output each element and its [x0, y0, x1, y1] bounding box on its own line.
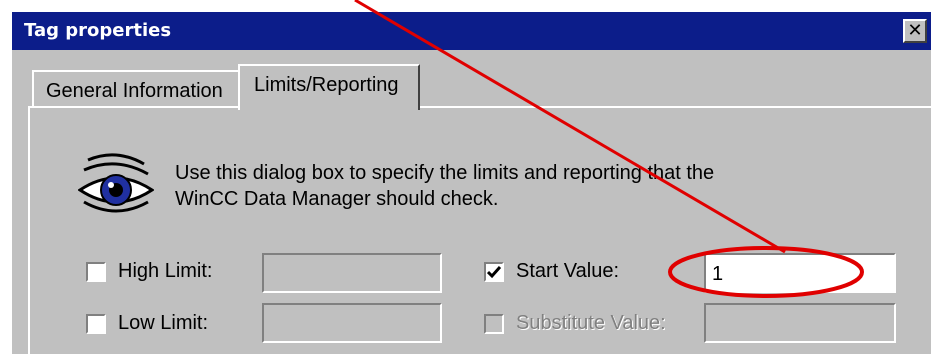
- low-limit-field[interactable]: [262, 303, 442, 343]
- high-limit-checkbox[interactable]: [86, 262, 106, 282]
- low-limit-label: Low Limit:: [118, 312, 209, 334]
- description-line-2: WinCC Data Manager should check.: [175, 188, 499, 210]
- description-line-1: Use this dialog box to specify the limit…: [175, 162, 715, 184]
- start-value-label: Start Value:: [516, 260, 620, 282]
- high-limit-label: High Limit:: [118, 260, 213, 282]
- close-icon: ✕: [907, 20, 923, 41]
- substitute-value-field[interactable]: [704, 303, 896, 343]
- substitute-value-label: Substitute Value:: [516, 312, 666, 334]
- substitute-value-checkbox[interactable]: [484, 314, 504, 334]
- tab-limits-reporting[interactable]: Limits/Reporting: [238, 64, 420, 110]
- close-button[interactable]: ✕: [903, 19, 927, 43]
- start-value-field[interactable]: 1: [704, 253, 896, 293]
- tab-general-information[interactable]: General Information: [32, 70, 240, 108]
- start-value-checkbox[interactable]: [484, 262, 504, 282]
- tab-general-information-label: General Information: [46, 80, 223, 102]
- tab-limits-reporting-label: Limits/Reporting: [254, 74, 399, 96]
- eye-icon: [77, 150, 155, 224]
- high-limit-field[interactable]: [262, 253, 442, 293]
- title-bar: Tag properties ✕: [12, 12, 931, 50]
- checkmark-icon: [487, 266, 501, 279]
- window-title: Tag properties: [24, 20, 172, 41]
- low-limit-checkbox[interactable]: [86, 314, 106, 334]
- description-text: Use this dialog box to specify the limit…: [175, 160, 714, 212]
